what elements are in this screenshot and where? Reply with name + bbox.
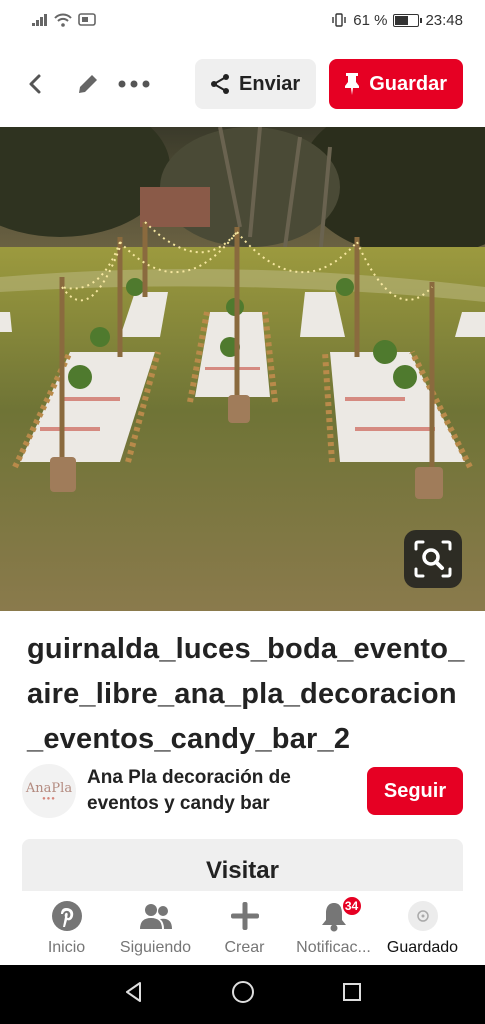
nav-home[interactable]: Inicio: [22, 891, 111, 965]
edit-button[interactable]: [68, 64, 108, 104]
save-label: Guardar: [369, 72, 447, 95]
nav-saved[interactable]: Guardado: [378, 891, 467, 965]
top-bar: Enviar Guardar: [0, 56, 485, 112]
cast-icon: [78, 13, 96, 26]
nav-create[interactable]: Crear: [200, 891, 289, 965]
system-back-button[interactable]: [122, 980, 146, 1009]
save-button[interactable]: Guardar: [329, 59, 463, 109]
chevron-left-icon: [29, 74, 41, 94]
nav-home-label: Inicio: [47, 939, 86, 956]
system-home-button[interactable]: [230, 979, 256, 1010]
creator-row: AnaPla ●●● Ana Pla decoración de eventos…: [22, 760, 463, 822]
notification-badge: 34: [340, 895, 363, 917]
share-button[interactable]: Enviar: [195, 59, 317, 109]
share-icon: [211, 74, 230, 94]
battery-icon: [393, 13, 423, 27]
pin-icon: [345, 73, 360, 95]
signal-icon: [32, 14, 47, 26]
pin-image[interactable]: [0, 127, 485, 611]
creator-name[interactable]: Ana Pla decoración de eventos y candy ba…: [87, 765, 367, 817]
people-icon: [139, 904, 172, 929]
pencil-icon: [79, 75, 97, 93]
status-left: [32, 13, 96, 27]
visual-search-button[interactable]: [404, 530, 462, 588]
wifi-icon: [54, 13, 72, 27]
pinterest-icon: [51, 901, 82, 931]
nav-notifications-label: Notificac...: [296, 939, 371, 956]
clock: 23:48: [425, 11, 463, 29]
avatar-logo-text: AnaPla: [25, 780, 73, 796]
nav-following-label: Siguiendo: [119, 939, 192, 956]
avatar[interactable]: AnaPla ●●●: [22, 764, 76, 818]
nav-saved-label: Guardado: [386, 939, 459, 956]
bottom-nav: Inicio Siguiendo Crear 34 Notificac... G…: [0, 891, 485, 965]
follow-button[interactable]: Seguir: [367, 767, 463, 815]
nav-notifications[interactable]: 34 Notificac...: [289, 891, 378, 965]
status-right: 61 % 23:48: [331, 12, 463, 29]
nav-create-label: Crear: [224, 939, 265, 956]
more-horizontal-icon: [118, 80, 150, 88]
share-label: Enviar: [239, 72, 301, 95]
battery-percent: 61 %: [353, 11, 388, 29]
profile-icon: [407, 901, 438, 931]
vibrate-icon: [332, 13, 346, 27]
avatar-logo-dots: ●●●: [42, 795, 56, 802]
plus-icon: [230, 902, 259, 930]
circle-home-icon: [232, 981, 255, 1003]
nav-following[interactable]: Siguiendo: [111, 891, 200, 965]
pin-title: guirnalda_luces_boda_evento_aire_libre_a…: [27, 633, 465, 755]
lens-search-icon: [414, 540, 452, 578]
triangle-back-icon: [126, 982, 142, 1002]
status-bar: 61 % 23:48: [0, 0, 485, 40]
system-recents-button[interactable]: [341, 981, 363, 1008]
square-recents-icon: [342, 983, 361, 1001]
more-options-button[interactable]: [114, 64, 154, 104]
back-button[interactable]: [16, 64, 56, 104]
system-nav-bar: [0, 965, 485, 1024]
